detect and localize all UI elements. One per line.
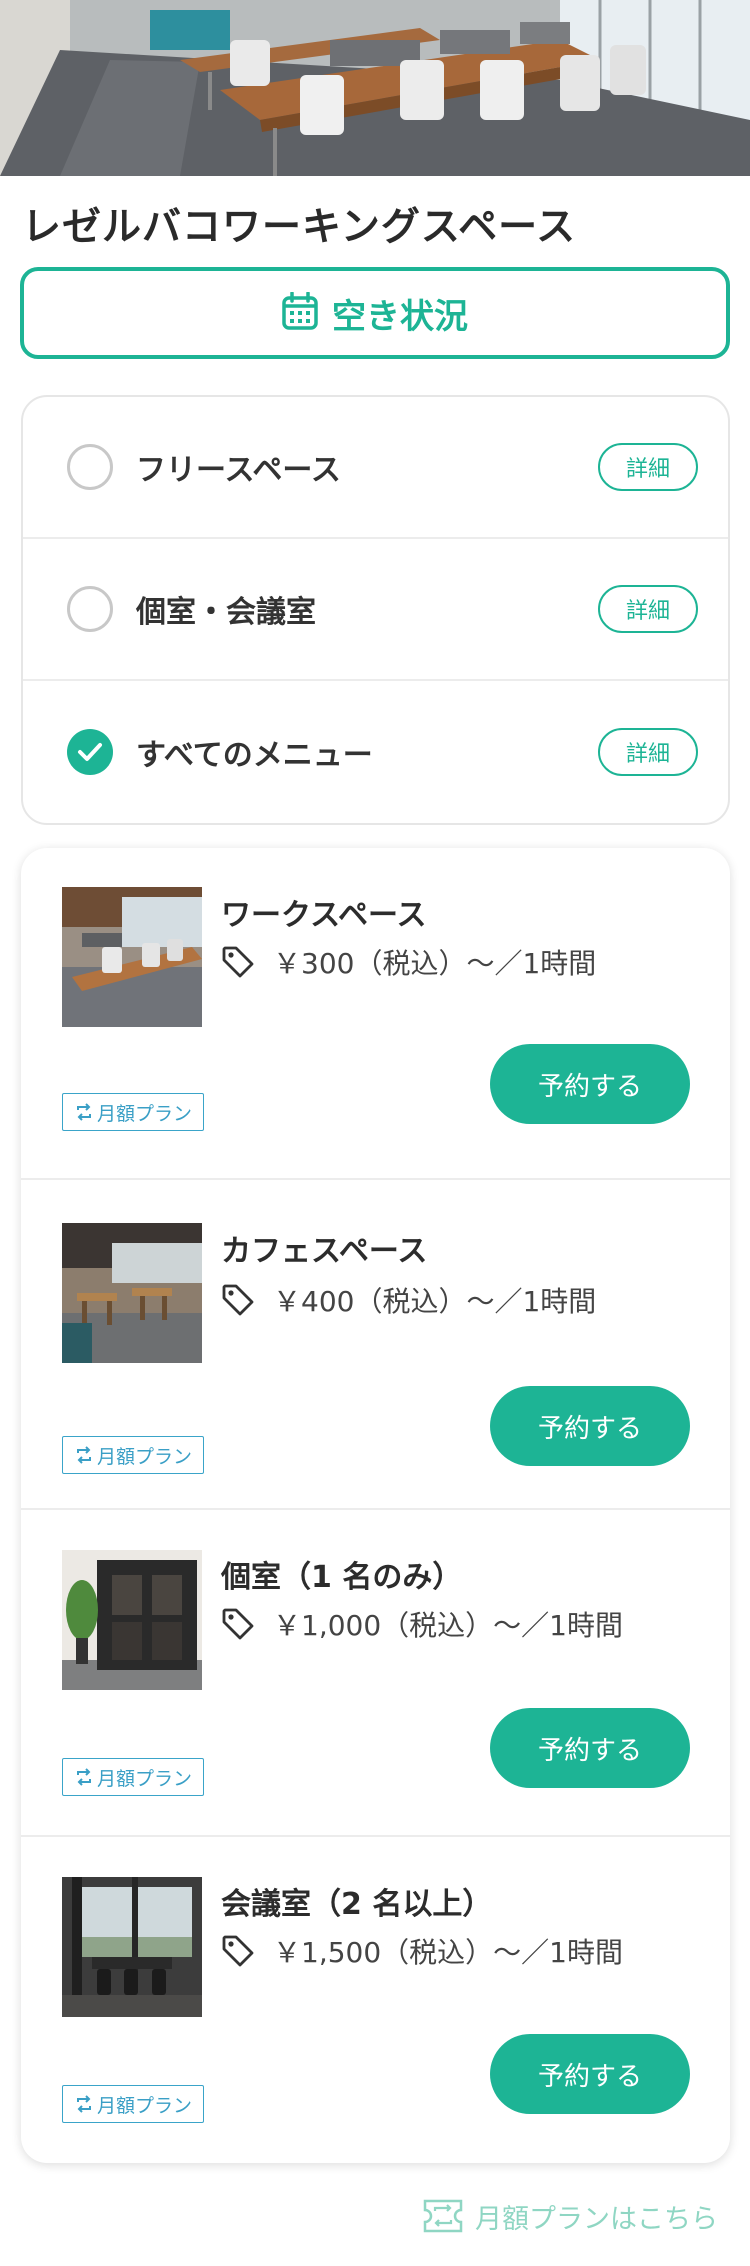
- meeting-room-photo: [62, 1877, 202, 2017]
- filter-private-meeting[interactable]: 個室・会議室 詳細: [23, 539, 728, 681]
- plan-name: 個室（1 名のみ）: [221, 1560, 463, 1595]
- plan-name: カフェスペース: [221, 1234, 428, 1269]
- detail-button[interactable]: 詳細: [598, 728, 698, 776]
- price-row: ￥1,500（税込）〜／1時間: [221, 1931, 623, 1971]
- price-tag-icon: [222, 1608, 254, 1640]
- plan-item: カフェスペース ￥400（税込）〜／1時間 月額プラン 予約する: [21, 1178, 730, 1508]
- workspace-photo: [62, 887, 202, 1027]
- monthly-plan-badge[interactable]: 月額プラン: [62, 2085, 204, 2123]
- plan-item: 会議室（2 名以上） ￥1,500（税込）〜／1時間 月額プラン 予約する: [21, 1835, 730, 2163]
- check-icon: [78, 743, 102, 761]
- plan-list: ワークスペース ￥300（税込）〜／1時間 月額プラン 予約する カフェスペース…: [21, 848, 730, 2163]
- plan-price: ￥1,500（税込）〜／1時間: [273, 1936, 623, 1969]
- price-tag-icon: [222, 946, 254, 978]
- filter-label: フリースペース: [136, 453, 341, 488]
- plan-item: ワークスペース ￥300（税込）〜／1時間 月額プラン 予約する: [21, 848, 730, 1178]
- calendar-icon: [282, 291, 318, 334]
- monthly-plan-link[interactable]: 月額プランはこちら: [419, 2193, 718, 2239]
- plan-price: ￥1,000（税込）〜／1時間: [273, 1609, 623, 1642]
- reserve-button[interactable]: 予約する: [490, 1708, 690, 1788]
- price-row: ￥400（税込）〜／1時間: [221, 1280, 596, 1320]
- price-row: ￥1,000（税込）〜／1時間: [221, 1604, 623, 1644]
- availability-button[interactable]: 空き状況: [20, 267, 730, 359]
- radio-button[interactable]: [67, 444, 113, 490]
- radio-button[interactable]: [67, 586, 113, 632]
- monthly-plan-badge[interactable]: 月額プラン: [62, 1436, 204, 1474]
- repeat-icon: [76, 1446, 91, 1464]
- badge-label: 月額プラン: [96, 1445, 192, 1468]
- page-title: レゼルバコワーキングスペース: [22, 205, 577, 250]
- repeat-icon: [76, 2095, 91, 2113]
- monthly-plan-badge[interactable]: 月額プラン: [62, 1093, 204, 1131]
- badge-label: 月額プラン: [96, 1102, 192, 1125]
- availability-label: 空き状況: [332, 296, 468, 337]
- plan-price: ￥400（税込）〜／1時間: [273, 1285, 597, 1318]
- menu-filter-list: フリースペース 詳細 個室・会議室 詳細 すべてのメニュー 詳細: [21, 395, 730, 825]
- plan-name: 会議室（2 名以上）: [221, 1887, 493, 1922]
- monthly-plan-badge[interactable]: 月額プラン: [62, 1758, 204, 1796]
- plan-price: ￥300（税込）〜／1時間: [273, 947, 597, 980]
- reserve-button[interactable]: 予約する: [490, 1386, 690, 1466]
- ticket-icon: [423, 2199, 463, 2233]
- filter-free-space[interactable]: フリースペース 詳細: [23, 397, 728, 539]
- reserve-button[interactable]: 予約する: [490, 2034, 690, 2114]
- price-tag-icon: [222, 1284, 254, 1316]
- repeat-icon: [76, 1768, 91, 1786]
- cafe-photo: [62, 1223, 202, 1363]
- hero-image: [0, 0, 750, 176]
- badge-label: 月額プラン: [96, 1767, 192, 1790]
- filter-label: すべてのメニュー: [136, 738, 373, 773]
- detail-button[interactable]: 詳細: [598, 443, 698, 491]
- badge-label: 月額プラン: [96, 2094, 192, 2117]
- private-room-photo: [62, 1550, 202, 1690]
- filter-all-menus[interactable]: すべてのメニュー 詳細: [23, 681, 728, 823]
- price-row: ￥300（税込）〜／1時間: [221, 942, 596, 982]
- plan-name: ワークスペース: [221, 898, 427, 933]
- repeat-icon: [76, 1103, 91, 1121]
- monthly-plan-link-label: 月額プランはこちら: [475, 2203, 718, 2235]
- reserve-button[interactable]: 予約する: [490, 1044, 690, 1124]
- price-tag-icon: [222, 1935, 254, 1967]
- radio-button-checked[interactable]: [67, 729, 113, 775]
- detail-button[interactable]: 詳細: [598, 585, 698, 633]
- filter-label: 個室・会議室: [136, 595, 316, 630]
- plan-item: 個室（1 名のみ） ￥1,000（税込）〜／1時間 月額プラン 予約する: [21, 1508, 730, 1835]
